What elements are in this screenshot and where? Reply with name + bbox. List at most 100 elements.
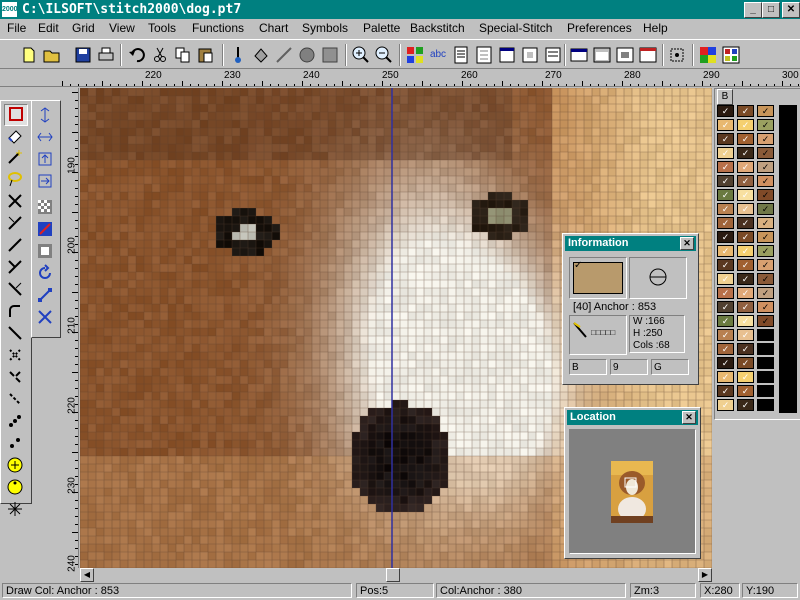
scroll-left-button[interactable]: ◀ bbox=[80, 568, 94, 582]
dotted-x-icon[interactable] bbox=[4, 368, 26, 388]
palette-color-cell[interactable]: ✓ bbox=[717, 301, 734, 313]
knots-icon[interactable] bbox=[4, 434, 26, 454]
palette-color-cell[interactable]: ✓ bbox=[737, 357, 754, 369]
palette-color-cell[interactable]: ✓ bbox=[737, 315, 754, 327]
window3-icon[interactable] bbox=[542, 44, 564, 66]
line-icon[interactable] bbox=[273, 44, 295, 66]
menu-help[interactable]: Help bbox=[643, 21, 668, 36]
palette-color-cell[interactable]: ✓ bbox=[757, 189, 774, 201]
palette-color-cell[interactable]: ✓ bbox=[737, 245, 754, 257]
palette-color-cell[interactable]: ✓ bbox=[717, 175, 734, 187]
palette-color-cell[interactable]: ✓ bbox=[717, 371, 734, 383]
menu-backstitch[interactable]: Backstitch bbox=[410, 21, 465, 36]
rotate-right-icon[interactable] bbox=[34, 172, 56, 192]
window7-icon[interactable] bbox=[637, 44, 659, 66]
palette-color-cell[interactable]: ✓ bbox=[717, 357, 734, 369]
palette-color-cell[interactable]: ✓ bbox=[757, 203, 774, 215]
palette-color-cell[interactable]: ✓ bbox=[757, 217, 774, 229]
flip-horizontal-icon[interactable] bbox=[34, 128, 56, 148]
star-stitch-icon[interactable] bbox=[4, 500, 26, 520]
palette-color-cell[interactable]: ✓ bbox=[717, 119, 734, 131]
palette-color-cell[interactable] bbox=[757, 385, 774, 397]
palette-color-cell[interactable]: ✓ bbox=[737, 343, 754, 355]
diagonal-resize-icon[interactable] bbox=[34, 286, 56, 306]
palette-color-cell[interactable]: ✓ bbox=[757, 147, 774, 159]
flip-vertical-icon[interactable] bbox=[34, 106, 56, 126]
palette-color-cell[interactable]: ✓ bbox=[737, 161, 754, 173]
cut-icon[interactable] bbox=[149, 44, 171, 66]
palette-color-cell[interactable]: ✓ bbox=[717, 329, 734, 341]
palette-color-cell[interactable]: ✓ bbox=[737, 301, 754, 313]
diagonal-stitch-icon[interactable] bbox=[4, 324, 26, 344]
palette-color-cell[interactable]: ✓ bbox=[757, 119, 774, 131]
palette-color-cell[interactable] bbox=[757, 343, 774, 355]
palette-color-cell[interactable]: ✓ bbox=[757, 301, 774, 313]
minimize-button[interactable]: _ bbox=[744, 2, 762, 18]
menu-chart[interactable]: Chart bbox=[259, 21, 288, 36]
menu-file[interactable]: File bbox=[7, 21, 26, 36]
palette-color-cell[interactable]: ✓ bbox=[737, 385, 754, 397]
palette-color-cell[interactable]: ✓ bbox=[757, 133, 774, 145]
palette-color-cell[interactable] bbox=[757, 399, 774, 411]
palette-color-cell[interactable]: ✓ bbox=[757, 105, 774, 117]
half-stitch-icon[interactable] bbox=[4, 214, 26, 234]
palette-color-cell[interactable]: ✓ bbox=[737, 189, 754, 201]
palette-color-cell[interactable]: ✓ bbox=[737, 371, 754, 383]
menu-functions[interactable]: Functions bbox=[192, 21, 244, 36]
color-grid-icon[interactable] bbox=[404, 44, 426, 66]
scroll-right-button[interactable]: ▶ bbox=[698, 568, 712, 582]
frame-icon[interactable] bbox=[34, 242, 56, 262]
palette-color-cell[interactable]: ✓ bbox=[757, 315, 774, 327]
rotate-icon[interactable] bbox=[34, 264, 56, 284]
undo-icon[interactable] bbox=[126, 44, 148, 66]
palette-color-cell[interactable]: ✓ bbox=[757, 259, 774, 271]
zoom-out-icon[interactable] bbox=[373, 44, 395, 66]
palette-color-cell[interactable]: ✓ bbox=[737, 273, 754, 285]
select-rect-icon[interactable] bbox=[4, 104, 28, 126]
palette-color-cell[interactable]: ✓ bbox=[737, 175, 754, 187]
palette-color-cell[interactable]: ✓ bbox=[717, 161, 734, 173]
petite-stitch-icon[interactable] bbox=[4, 280, 26, 300]
lasso-icon[interactable] bbox=[4, 170, 26, 190]
app-icon[interactable]: 2000 bbox=[2, 2, 18, 17]
menu-grid[interactable]: Grid bbox=[72, 21, 95, 36]
palette-color-cell[interactable]: ✓ bbox=[737, 329, 754, 341]
checker-pattern-icon[interactable] bbox=[34, 198, 56, 218]
close-button[interactable]: ✕ bbox=[782, 2, 800, 18]
field-g[interactable]: G bbox=[651, 359, 689, 375]
palette-header-b[interactable]: B bbox=[717, 89, 733, 105]
menu-edit[interactable]: Edit bbox=[38, 21, 59, 36]
open-folder-icon[interactable] bbox=[41, 44, 63, 66]
backstitch-curve-icon[interactable] bbox=[4, 302, 26, 322]
palette-color-cell[interactable]: ✓ bbox=[737, 399, 754, 411]
palette-color-cell[interactable]: ✓ bbox=[737, 119, 754, 131]
palette-color-cell[interactable]: ✓ bbox=[737, 287, 754, 299]
window-icon[interactable] bbox=[496, 44, 518, 66]
palette-color-cell[interactable]: ✓ bbox=[717, 343, 734, 355]
palette-color-cell[interactable]: ✓ bbox=[737, 147, 754, 159]
scroll-thumb[interactable] bbox=[386, 568, 400, 582]
magic-wand-icon[interactable] bbox=[4, 148, 26, 168]
abc-text-icon[interactable]: abc bbox=[427, 44, 449, 66]
palette-color-cell[interactable]: ✓ bbox=[757, 231, 774, 243]
new-file-icon[interactable] bbox=[18, 44, 40, 66]
quarter-stitch-icon[interactable] bbox=[4, 236, 26, 256]
menu-palette[interactable]: Palette bbox=[363, 21, 400, 36]
square-pattern-icon[interactable] bbox=[319, 44, 341, 66]
dotted-diagonal-icon[interactable] bbox=[4, 390, 26, 410]
information-close-button[interactable]: ✕ bbox=[680, 237, 694, 250]
palette-color-cell[interactable]: ✓ bbox=[717, 315, 734, 327]
palette-color-cell[interactable]: ✓ bbox=[757, 161, 774, 173]
location-close-button[interactable]: ✕ bbox=[682, 411, 696, 424]
yellow-bead-icon[interactable] bbox=[4, 478, 26, 498]
save-icon[interactable] bbox=[72, 44, 94, 66]
maximize-button[interactable]: □ bbox=[762, 2, 780, 18]
rotate-up-icon[interactable] bbox=[34, 150, 56, 170]
palette-color-cell[interactable]: ✓ bbox=[737, 133, 754, 145]
palette-color-cell[interactable]: ✓ bbox=[757, 273, 774, 285]
palette-color-cell[interactable]: ✓ bbox=[717, 147, 734, 159]
print-icon[interactable] bbox=[95, 44, 117, 66]
palette-color-cell[interactable]: ✓ bbox=[717, 287, 734, 299]
palette-color-cell[interactable]: ✓ bbox=[717, 399, 734, 411]
menu-tools[interactable]: Tools bbox=[148, 21, 176, 36]
